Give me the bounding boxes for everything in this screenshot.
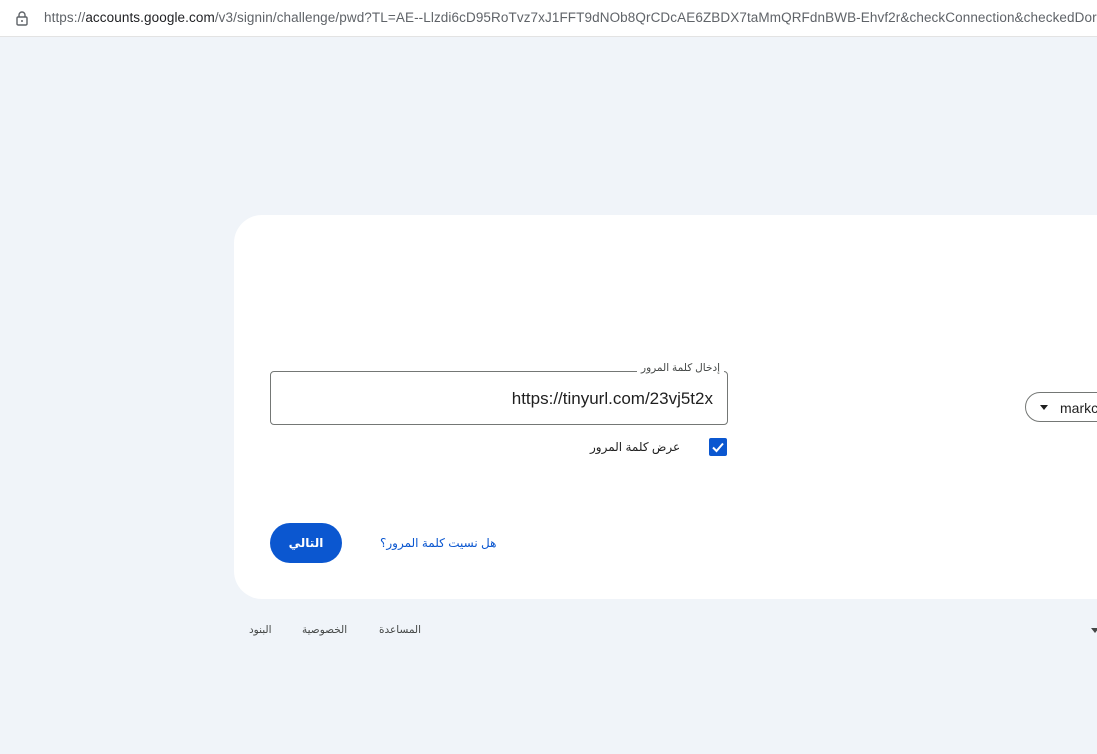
show-password-checkbox[interactable] xyxy=(709,438,727,456)
account-chip[interactable]: markc xyxy=(1025,392,1097,422)
url-scheme: https:// xyxy=(44,10,86,25)
caret-down-icon xyxy=(1040,405,1048,410)
password-field-label: إدخال كلمة المرور xyxy=(637,362,725,374)
next-button[interactable]: التالي xyxy=(270,523,342,563)
url-host: accounts.google.com xyxy=(85,10,215,25)
language-caret-icon[interactable] xyxy=(1091,628,1097,633)
address-bar[interactable]: https://accounts.google.com/v3/signin/ch… xyxy=(0,0,1097,37)
password-field[interactable] xyxy=(270,371,728,425)
lock-icon[interactable] xyxy=(14,10,30,26)
password-input[interactable] xyxy=(313,389,713,409)
url-path: /v3/signin/challenge/pwd?TL=AE--Llzdi6cD… xyxy=(214,10,1097,25)
footer-help-link[interactable]: المساعدة xyxy=(379,624,421,636)
url-text[interactable]: https://accounts.google.com/v3/signin/ch… xyxy=(44,10,1097,25)
forgot-password-link[interactable]: هل نسيت كلمة المرور؟ xyxy=(380,536,496,550)
show-password-label[interactable]: عرض كلمة المرور xyxy=(590,440,680,454)
footer-terms-link[interactable]: البنود xyxy=(249,624,272,636)
footer-privacy-link[interactable]: الخصوصية xyxy=(302,624,347,636)
account-chip-text: markc xyxy=(1060,400,1097,416)
checkmark-icon xyxy=(712,442,724,453)
